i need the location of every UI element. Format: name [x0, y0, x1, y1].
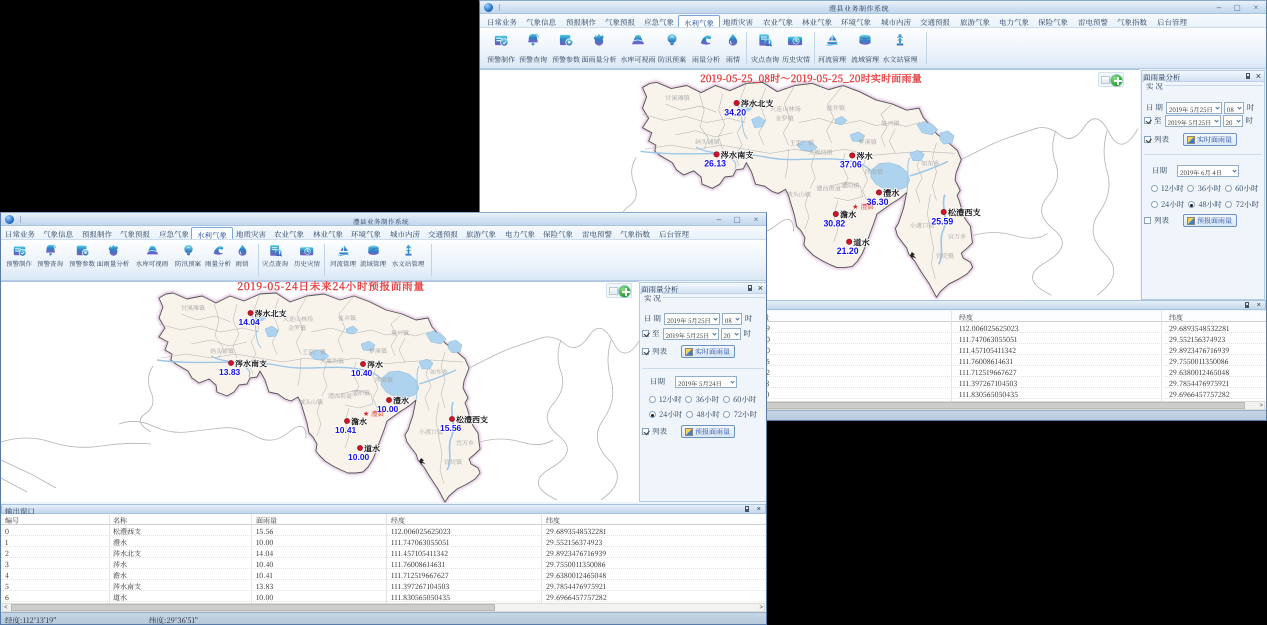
svg-text:澧县: 澧县: [860, 201, 874, 211]
svg-text:13.83: 13.83: [219, 367, 241, 377]
svg-text:15.56: 15.56: [440, 423, 462, 433]
svg-text:10.00: 10.00: [348, 452, 370, 462]
svg-text:★: ★: [363, 409, 369, 419]
svg-text:14.04: 14.04: [239, 317, 261, 327]
svg-text:30.82: 30.82: [823, 218, 845, 228]
svg-text:25.59: 25.59: [931, 216, 953, 226]
svg-text:★: ★: [852, 202, 858, 212]
svg-text:10.41: 10.41: [335, 425, 357, 435]
svg-text:10.40: 10.40: [351, 368, 373, 378]
svg-text:21.20: 21.20: [837, 246, 859, 256]
svg-text:34.20: 34.20: [724, 107, 746, 117]
svg-text:26.13: 26.13: [704, 159, 726, 169]
svg-text:澧县: 澧县: [371, 409, 385, 418]
svg-text:37.06: 37.06: [840, 160, 862, 170]
